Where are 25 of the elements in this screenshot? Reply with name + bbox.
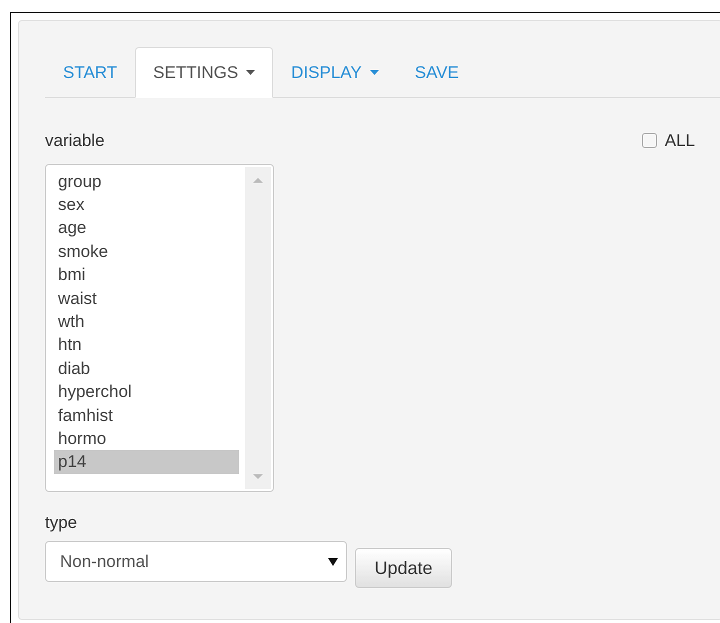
list-option[interactable]: sex — [54, 192, 239, 216]
list-option[interactable]: htn — [54, 333, 239, 357]
list-option[interactable]: p14 — [54, 450, 239, 474]
list-option[interactable]: bmi — [54, 263, 239, 287]
dropdown-arrow-icon — [328, 558, 338, 566]
caret-icon — [246, 70, 256, 75]
update-button[interactable]: Update — [355, 548, 452, 588]
list-option[interactable]: waist — [54, 286, 239, 310]
scrollbar[interactable] — [245, 166, 271, 488]
list-option[interactable]: wth — [54, 310, 239, 334]
checkbox-label: ALL — [664, 130, 695, 152]
list-option[interactable]: hyperchol — [54, 380, 239, 404]
caret-icon — [370, 70, 379, 75]
nav-tab[interactable]: SETTINGS — [135, 47, 274, 98]
field-label: type — [45, 512, 78, 534]
list-option[interactable]: group — [54, 170, 239, 193]
field-label: variable — [45, 130, 105, 152]
list-option[interactable]: hormo — [54, 426, 239, 450]
checkbox[interactable] — [642, 133, 657, 148]
list-option[interactable]: famhist — [54, 404, 239, 427]
list-option[interactable]: diab — [54, 356, 239, 380]
list-box[interactable]: group sex age smoke bmi waist wth htn diab hyperchol famhist hormo p14 — [45, 164, 274, 492]
list-option[interactable]: smoke — [54, 240, 239, 264]
select-field[interactable]: Non-normal — [45, 541, 347, 582]
list-option[interactable]: age — [54, 216, 239, 240]
